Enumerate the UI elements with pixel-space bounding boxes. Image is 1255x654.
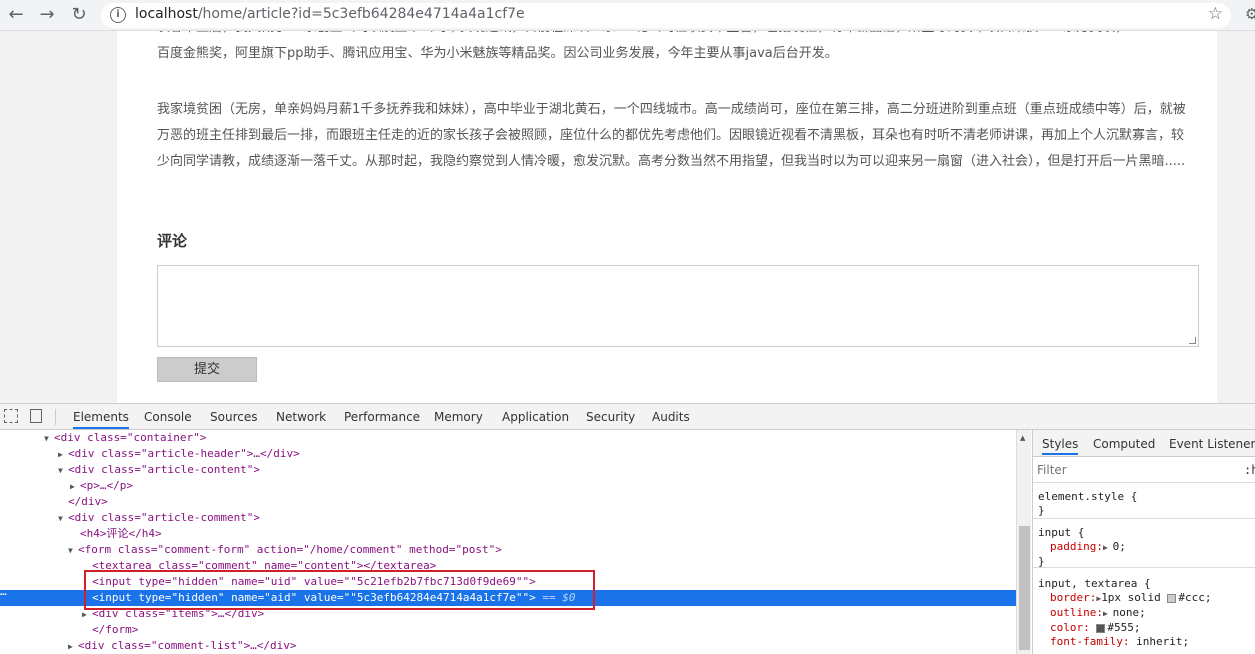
dom-node[interactable]: ▶ <div class="comment-list">…</div> [0,638,1016,654]
tab-network[interactable]: Network [276,410,326,424]
dom-node[interactable]: ▼ <div class="article-comment"> [0,510,1016,526]
url-path: /home/article?id=5c3efb64284e4714a4a1cf7… [197,6,525,22]
comment-textarea[interactable] [157,265,1199,347]
back-icon[interactable]: ← [5,4,27,26]
rule-property: padding: [1050,540,1103,553]
dom-node-text: <p>…</p> [80,479,133,492]
rule-value: 0; [1112,540,1126,553]
rule-property: border: [1050,591,1097,604]
reload-icon[interactable]: ↻ [68,4,90,26]
rule-selector: element.style { [1038,490,1138,503]
inspect-element-icon[interactable] [4,409,18,423]
dom-node[interactable]: ▶ <div class="article-header">…</div> [0,446,1016,462]
rule-close: } [1038,555,1045,568]
scroll-up-icon[interactable]: ▲ [1020,434,1025,442]
browser-toolbar: ← → ↻ i localhost/home/article?id=5c3efb… [0,0,1255,31]
article-paragraph-1-line-1: 长春毕业后，我大概于14家创业公司以及上市公司中实现通讯，目前在深圳一家B+轮公… [157,31,1177,41]
article-paragraph-1: 长春毕业后，我大概于14家创业公司以及上市公司中实现通讯，目前在深圳一家B+轮公… [157,31,1177,67]
dom-node[interactable]: </div> [0,494,1016,510]
dom-node-text: </form> [92,623,139,636]
dom-node[interactable]: ▼ <div class="container"> [0,430,1016,446]
styles-pane: Styles Computed Event Listeners :h eleme… [1032,430,1255,654]
dom-node-text: <h4>评论</h4> [80,527,162,540]
devtools-tabbar: Elements Console Sources Network Perform… [0,404,1255,430]
tab-elements[interactable]: Elements [73,410,129,429]
rule-value: #ccc; [1178,591,1212,604]
dom-node[interactable]: ▶ <p>…</p> [0,478,1016,494]
dom-node-text: <div class="container"> [54,431,207,444]
style-rule-input-textarea[interactable]: input, textarea { border:▶1px solid #ccc… [1033,572,1255,654]
rule-value: inherit; [1136,635,1190,648]
style-rule-element[interactable]: element.style { } [1033,487,1255,519]
dom-tree: ▼ <div class="container"> ▶ <div class="ar… [0,430,1016,654]
rule-value: none; [1112,606,1146,619]
article-card: 长春毕业后，我大概于14家创业公司以及上市公司中实现通讯，目前在深圳一家B+轮公… [117,31,1217,403]
article-paragraph-2: 我家境贫困（无房，单亲妈妈月薪1千多抚养我和妹妹），高中毕业于湖北黄石，一个四线… [157,102,1186,169]
tab-console[interactable]: Console [144,410,192,424]
dom-node-text: <div class="article-header">…</div> [68,447,300,460]
bookmark-star-icon[interactable]: ☆ [1208,4,1223,24]
annotation-highlight-box [84,570,595,610]
tab-application[interactable]: Application [502,410,569,424]
styles-filter: :h [1033,457,1255,483]
extension-icon[interactable]: ⚙ [1245,5,1255,23]
styles-tabbar: Styles Computed Event Listeners [1033,430,1255,457]
tab-memory[interactable]: Memory [434,410,483,424]
hover-state-toggle[interactable]: :h [1244,463,1255,477]
rule-property: color: [1050,621,1090,634]
rule-selector: input { [1038,526,1085,539]
rule-value: 1px solid [1101,591,1161,604]
tab-styles[interactable]: Styles [1042,437,1079,455]
dom-node-text: </div> [68,495,108,508]
filter-input[interactable] [1037,461,1233,479]
rule-value: #555; [1107,621,1141,634]
address-bar[interactable]: i localhost/home/article?id=5c3efb64284e… [101,3,1231,28]
tab-audits[interactable]: Audits [652,410,690,424]
rule-property: outline: [1050,606,1103,619]
rule-selector: input, textarea { [1038,577,1151,590]
dom-scrollbar[interactable]: ▲ [1016,430,1031,654]
tab-security[interactable]: Security [586,410,635,424]
tab-computed[interactable]: Computed [1093,437,1155,451]
dom-node-text: <div class="comment-list">…</div> [78,639,297,652]
tab-event-listeners[interactable]: Event Listeners [1169,437,1255,451]
comment-title: 评论 [157,232,188,250]
devtools-panel: Elements Console Sources Network Perform… [0,403,1255,654]
dom-node[interactable]: ▼ <form class="comment-form" action="/hom… [0,542,1016,558]
rule-property: font-family: [1050,635,1130,648]
article-paragraph-1-line-2: 百度金熊奖，阿里旗下pp助手、腾讯应用宝、华为小米魅族等精品奖。因公司业务发展，… [157,46,838,61]
info-icon[interactable]: i [110,7,126,23]
more-options-dots[interactable]: … [0,585,7,598]
dom-node[interactable]: ▼ <div class="article-content"> [0,462,1016,478]
tab-performance[interactable]: Performance [344,410,420,424]
submit-button[interactable]: 提交 [157,357,257,382]
resize-grip-icon[interactable] [1189,337,1196,344]
dom-node-text: <div class="article-content"> [68,463,261,476]
color-swatch[interactable] [1096,623,1106,633]
forward-icon[interactable]: → [36,4,58,26]
page-viewport: 长春毕业后，我大概于14家创业公司以及上市公司中实现通讯，目前在深圳一家B+轮公… [0,31,1255,403]
url-text[interactable]: localhost/home/article?id=5c3efb64284e47… [135,6,525,22]
divider [55,409,56,425]
dom-node-text: <form class="comment-form" action="/home… [78,543,502,556]
dom-node-text: <div class="article-comment"> [68,511,261,524]
scroll-thumb[interactable] [1019,526,1030,650]
dom-node[interactable]: </form> [0,622,1016,638]
url-host: localhost [135,6,198,22]
dom-node[interactable]: <h4>评论</h4> [0,526,1016,542]
style-rule-input[interactable]: input { padding:▶ 0; } [1033,522,1255,568]
color-swatch[interactable] [1167,593,1177,603]
tab-sources[interactable]: Sources [210,410,257,424]
device-toolbar-icon[interactable] [30,409,42,423]
rule-close: } [1038,504,1045,517]
